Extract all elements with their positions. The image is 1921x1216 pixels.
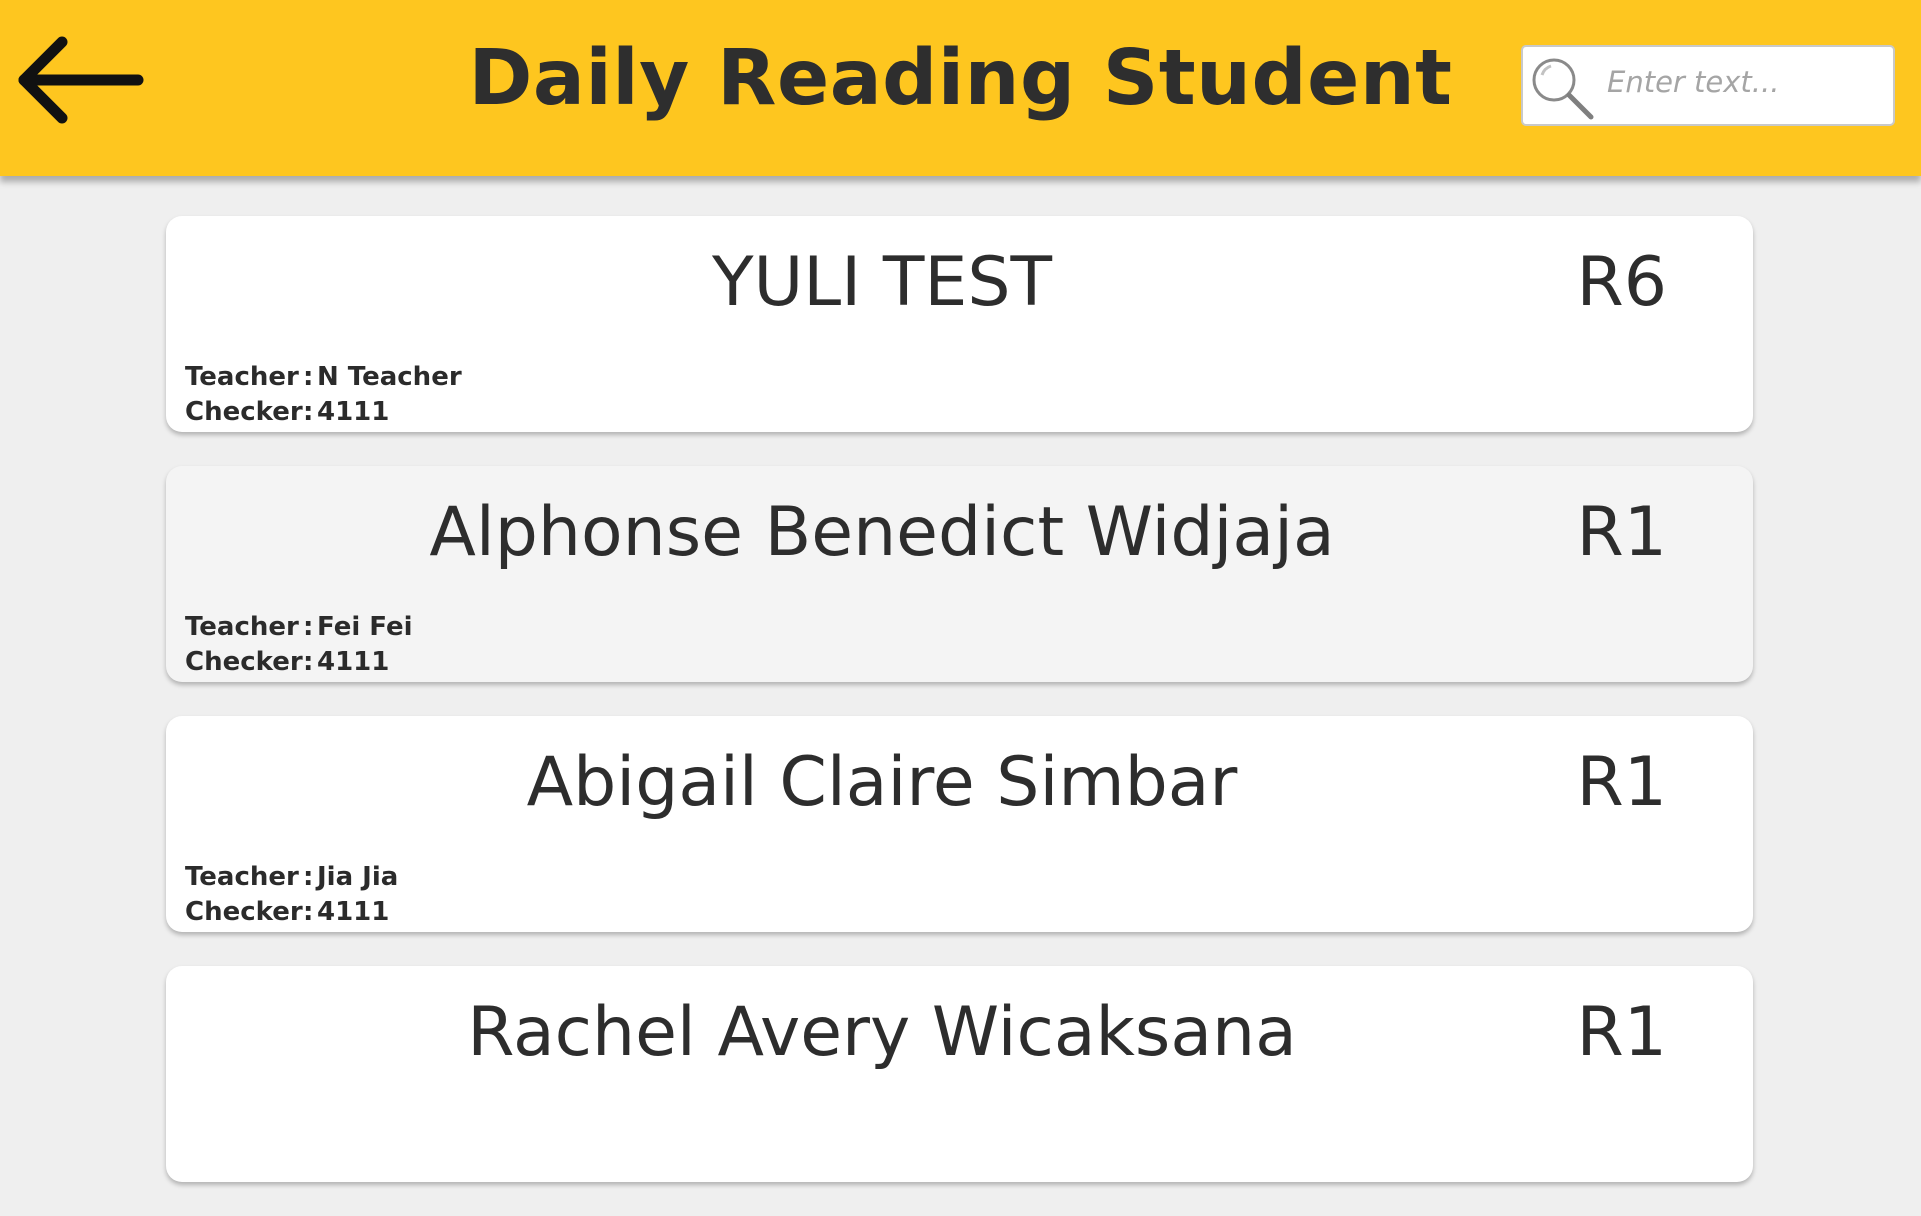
student-meta: Teacher: Fei Fei Checker: 4111 [185, 610, 413, 680]
checker-label: Checker [185, 647, 303, 677]
checker-value: 4111 [317, 397, 390, 427]
search-box[interactable] [1521, 45, 1895, 126]
student-card[interactable]: Alphonse Benedict Widjaja R1 Teacher: Fei… [166, 466, 1753, 682]
back-button[interactable] [10, 25, 150, 135]
arrow-left-icon [18, 36, 144, 124]
student-level: R1 [1576, 743, 1667, 822]
student-list: YULI TEST R6 Teacher: N Teacher Checker: 4… [166, 216, 1753, 1216]
student-meta: Teacher: Jia Jia Checker: 4111 [185, 860, 398, 930]
checker-label: Checker [185, 897, 303, 927]
student-name: Alphonse Benedict Widjaja [429, 493, 1335, 572]
teacher-value: Fei Fei [317, 612, 413, 642]
student-name: Rachel Avery Wicaksana [467, 993, 1297, 1072]
teacher-value: N Teacher [317, 362, 462, 392]
student-level: R6 [1576, 243, 1667, 322]
magnifier-icon [1527, 53, 1597, 123]
teacher-separator: : [303, 362, 314, 392]
checker-value: 4111 [317, 897, 390, 927]
checker-separator: : [303, 647, 314, 677]
student-name: Abigail Claire Simbar [526, 743, 1238, 822]
teacher-label: Teacher [185, 862, 299, 892]
checker-label: Checker [185, 397, 303, 427]
teacher-row: Teacher: Jia Jia [185, 860, 398, 895]
teacher-label: Teacher [185, 362, 299, 392]
app-header: Daily Reading Student [0, 0, 1921, 176]
student-meta: Teacher: N Teacher Checker: 4111 [185, 360, 462, 430]
teacher-value: Jia Jia [317, 862, 399, 892]
teacher-separator: : [303, 862, 314, 892]
student-level: R1 [1576, 493, 1667, 572]
teacher-row: Teacher: Fei Fei [185, 610, 413, 645]
checker-row: Checker: 4111 [185, 645, 413, 680]
search-input[interactable] [1607, 55, 1887, 109]
teacher-label: Teacher [185, 612, 299, 642]
student-card[interactable]: Abigail Claire Simbar R1 Teacher: Jia Jia… [166, 716, 1753, 932]
student-card[interactable]: YULI TEST R6 Teacher: N Teacher Checker: 4… [166, 216, 1753, 432]
checker-row: Checker: 4111 [185, 395, 462, 430]
checker-separator: : [303, 897, 314, 927]
student-card[interactable]: Rachel Avery Wicaksana R1 [166, 966, 1753, 1182]
checker-row: Checker: 4111 [185, 895, 398, 930]
student-name: YULI TEST [711, 243, 1053, 322]
checker-value: 4111 [317, 647, 390, 677]
checker-separator: : [303, 397, 314, 427]
teacher-row: Teacher: N Teacher [185, 360, 462, 395]
student-level: R1 [1576, 993, 1667, 1072]
teacher-separator: : [303, 612, 314, 642]
